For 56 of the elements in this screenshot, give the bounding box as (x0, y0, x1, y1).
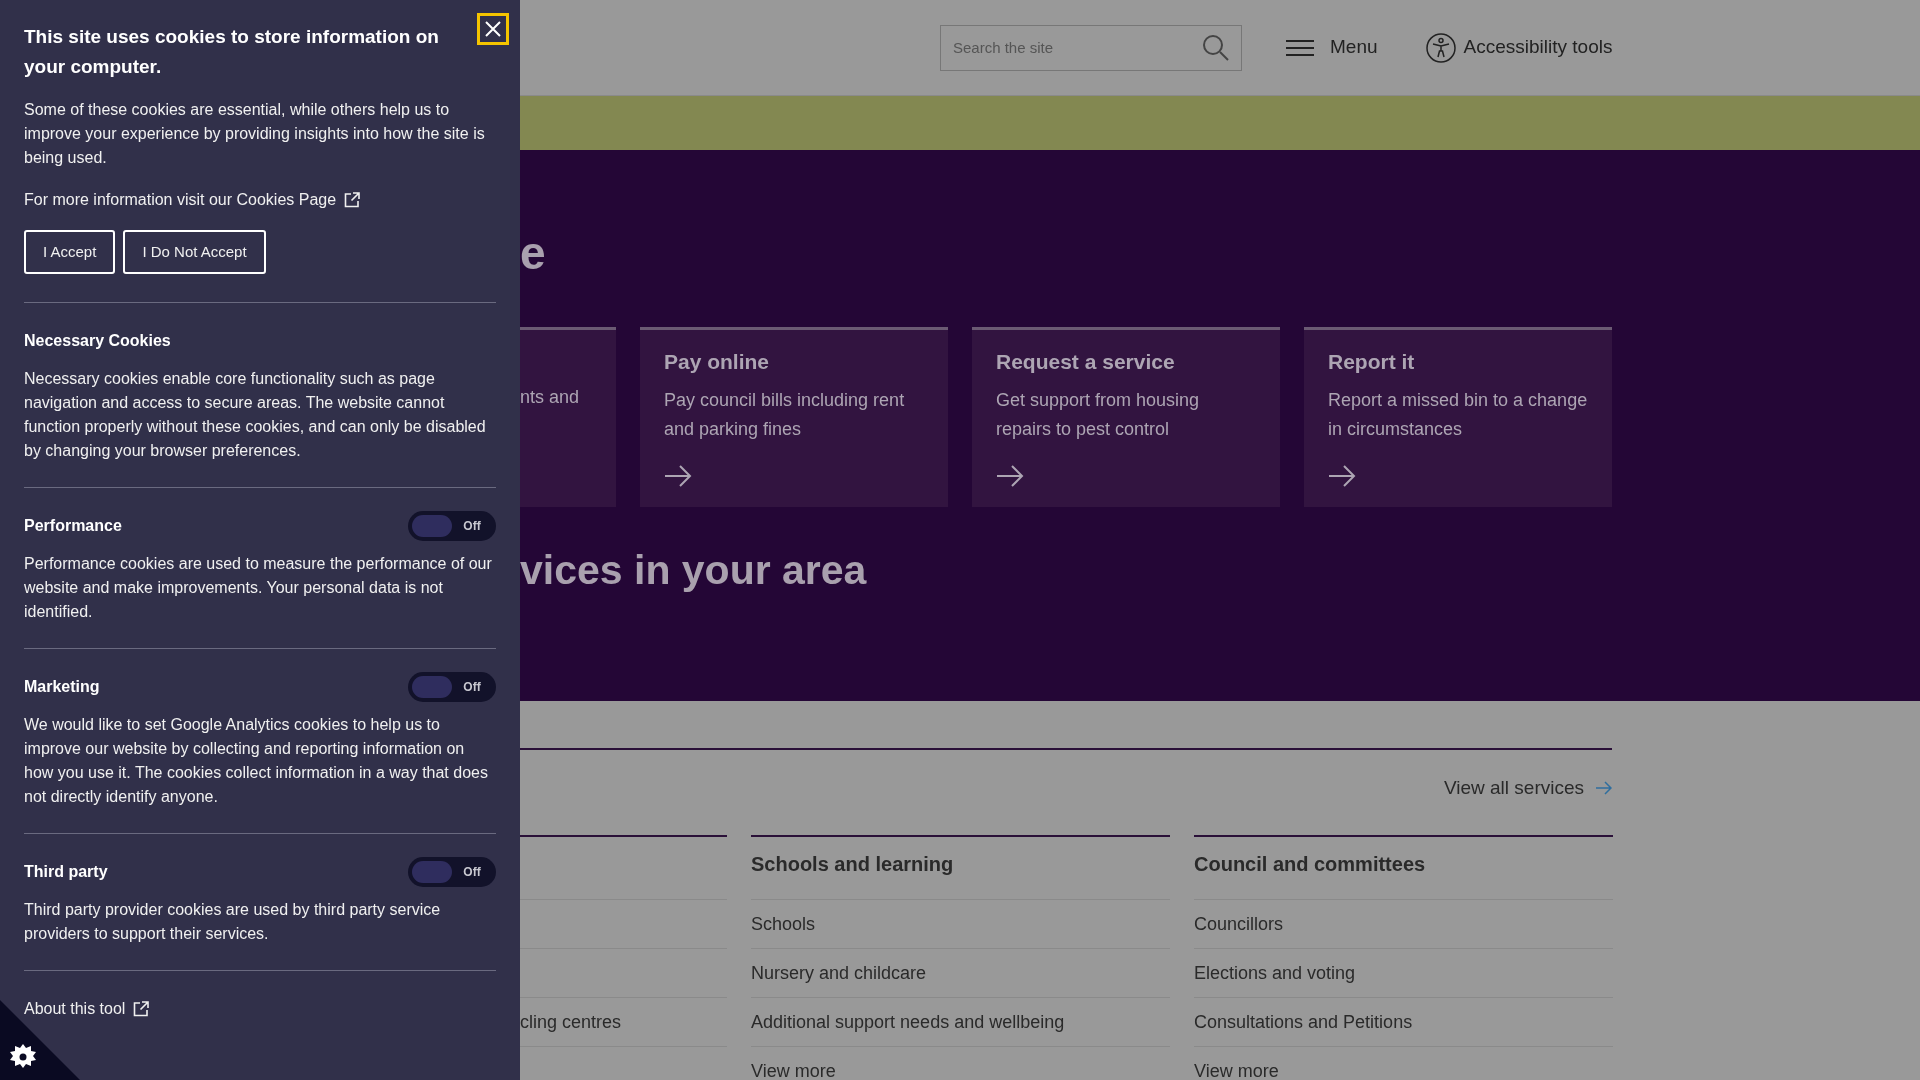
service-link[interactable]: Consultations and Petitions (1194, 1008, 1413, 1036)
hero-heading: e (520, 230, 546, 276)
section-text: Performance cookies are used to measure the performance of our website and make improvements. Your personal data is not identified. (24, 554, 493, 622)
service-card[interactable]: Pay online Pay council bills including rent and parking fines (640, 327, 948, 507)
column-heading: Council and committees (1194, 853, 1426, 875)
arrow-icon (1596, 781, 1612, 796)
service-card[interactable]: Report it Report a missed bin to a change in circumstances (1304, 327, 1612, 507)
section-title: Necessary Cookies (24, 331, 171, 351)
arrow-icon (664, 465, 692, 487)
close-icon (485, 21, 501, 37)
service-link[interactable]: View more (1194, 1058, 1279, 1080)
section-text: Third party provider cookies are used by third party service providers to support their services. (24, 900, 442, 944)
service-card[interactable]: Request a service Get support from housing repairs to pest control (972, 327, 1280, 507)
card-description: Get support from housing repairs to pest control (996, 388, 1201, 441)
service-link[interactable]: Nursery and childcare (751, 959, 927, 987)
service-link[interactable]: Councillors (1194, 910, 1284, 938)
external-link-icon (344, 192, 361, 208)
toggle-switch[interactable]: Off (408, 672, 496, 702)
service-link[interactable]: Schools (751, 910, 816, 938)
cookies-page-link[interactable]: For more information visit our Cookies Page (24, 188, 361, 212)
card-description: Pay council bills including rent and parking fines (664, 388, 906, 441)
section-text: We would like to set Google Analytics cookies to help us to improve our website by collecting and reporting information on how you use it. The cookies collect information in a way that does not directly identify anyone. (24, 715, 489, 807)
intro-text: Some of these cookies are essential, while others help us to improve your experience by providing insights into how the site is being used. (24, 100, 486, 168)
cookie-button[interactable]: I Do Not Accept (123, 230, 266, 274)
toggle-switch[interactable]: Off (408, 857, 496, 887)
card-title: Pay online (664, 349, 771, 375)
service-link[interactable]: cling centres (520, 1008, 622, 1036)
menu-icon (1286, 37, 1314, 58)
card-description: nts and (520, 386, 581, 409)
service-card[interactable]: nts and (520, 327, 616, 507)
section-text: Necessary cookies enable core functionality such as page navigation and access to secure areas. The website cannot function properly without these cookies, and can only be disabled by changing your browser preferences. (24, 369, 487, 461)
service-link[interactable]: View more (751, 1058, 836, 1080)
about-tool-link[interactable]: About this tool (24, 997, 150, 1021)
panel-title: This site uses cookies to store information on your computer. (24, 25, 440, 79)
search-field[interactable]: Search the site (940, 24, 1242, 71)
arrow-icon (996, 465, 1024, 487)
card-title: Report it (1328, 349, 1416, 375)
accessibility-tools-button[interactable]: Accessibility tools (1425, 32, 1613, 63)
arrow-icon (1328, 465, 1356, 487)
card-title: Request a service (996, 349, 1176, 375)
column-heading: Schools and learning (751, 853, 954, 875)
section-heading: vices in your area (520, 550, 867, 591)
toggle-switch[interactable]: Off (408, 511, 496, 541)
service-link[interactable]: Elections and voting (1194, 959, 1356, 987)
search-icon[interactable] (1202, 33, 1230, 62)
section-title: Performance (24, 516, 122, 536)
external-link-icon (133, 1001, 150, 1017)
card-description: Report a missed bin to a change in circumstances (1328, 388, 1588, 441)
cookie-button[interactable]: I Accept (24, 230, 116, 274)
section-title: Third party (24, 862, 108, 882)
close-button[interactable] (477, 13, 509, 45)
menu-button[interactable]: Menu (1286, 33, 1378, 62)
accessibility-icon (1425, 32, 1456, 63)
section-title: Marketing (24, 677, 100, 697)
service-link[interactable]: Additional support needs and wellbeing (751, 1008, 1065, 1036)
view-all-services-link[interactable]: View all services (1443, 774, 1612, 803)
